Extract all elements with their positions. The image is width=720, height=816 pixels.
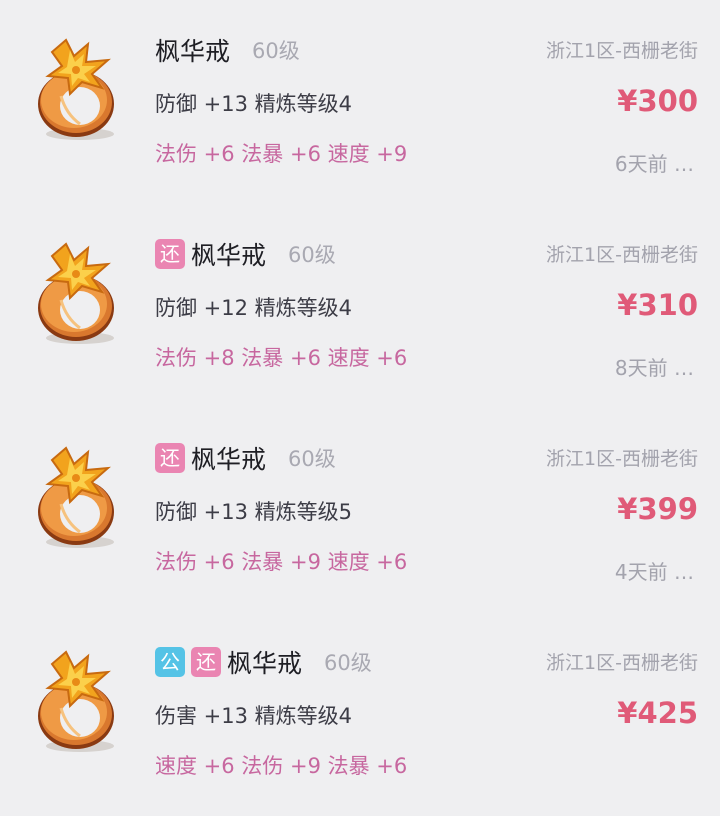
listing-title-row: 还 枫华戒 60级 bbox=[155, 232, 336, 276]
base-stats: 伤害 +13 精炼等级4 bbox=[155, 704, 353, 728]
base-stats: 防御 +12 精炼等级4 bbox=[155, 296, 353, 320]
item-name: 枫华戒 bbox=[227, 649, 303, 678]
item-price: ¥399 bbox=[617, 492, 698, 526]
listing-time[interactable]: 6天前 … bbox=[615, 148, 694, 177]
special-stats: 法伤 +6 法暴 +9 速度 +6 bbox=[155, 550, 408, 574]
base-stats: 防御 +13 精炼等级5 bbox=[155, 500, 353, 524]
listing-time[interactable]: 4天前 … bbox=[615, 556, 694, 585]
server-location: 浙江1区-西栅老街 bbox=[546, 244, 698, 266]
item-name: 枫华戒 bbox=[191, 241, 267, 270]
listing-title-row: 枫华戒 60级 bbox=[155, 28, 300, 72]
item-level: 60级 bbox=[288, 243, 336, 267]
listing-list: 枫华戒 60级 浙江1区-西栅老街 防御 +13 精炼等级4 ¥300 法伤 +… bbox=[0, 0, 720, 795]
return-tag-badge: 还 bbox=[155, 239, 185, 269]
listing-item[interactable]: 还 枫华戒 60级 浙江1区-西栅老街 防御 +13 精炼等级5 ¥399 法伤… bbox=[0, 408, 720, 612]
server-location: 浙江1区-西栅老街 bbox=[546, 448, 698, 470]
base-stats: 防御 +13 精炼等级4 bbox=[155, 92, 353, 116]
return-tag-badge: 还 bbox=[191, 647, 221, 677]
item-level: 60级 bbox=[288, 447, 336, 471]
listing-item[interactable]: 公 还 枫华戒 60级 浙江1区-西栅老街 伤害 +13 精炼等级4 ¥425 … bbox=[0, 612, 720, 816]
listing-item[interactable]: 枫华戒 60级 浙江1区-西栅老街 防御 +13 精炼等级4 ¥300 法伤 +… bbox=[0, 0, 720, 204]
maple-leaf-ring-icon bbox=[30, 34, 126, 144]
special-stats: 法伤 +8 法暴 +6 速度 +6 bbox=[155, 346, 408, 370]
server-location: 浙江1区-西栅老街 bbox=[546, 40, 698, 62]
maple-leaf-ring-icon bbox=[30, 442, 126, 552]
special-stats: 速度 +6 法伤 +9 法暴 +6 bbox=[155, 754, 408, 778]
item-price: ¥425 bbox=[617, 696, 698, 730]
public-tag-badge: 公 bbox=[155, 647, 185, 677]
maple-leaf-ring-icon bbox=[30, 646, 126, 756]
item-price: ¥310 bbox=[617, 288, 698, 322]
return-tag-badge: 还 bbox=[155, 443, 185, 473]
listing-title-row: 公 还 枫华戒 60级 bbox=[155, 640, 372, 684]
item-price: ¥300 bbox=[617, 84, 698, 118]
item-level: 60级 bbox=[252, 39, 300, 63]
special-stats: 法伤 +6 法暴 +6 速度 +9 bbox=[155, 142, 408, 166]
listing-title-row: 还 枫华戒 60级 bbox=[155, 436, 336, 480]
maple-leaf-ring-icon bbox=[30, 238, 126, 348]
item-name: 枫华戒 bbox=[191, 445, 267, 474]
item-name: 枫华戒 bbox=[155, 37, 231, 66]
item-level: 60级 bbox=[324, 651, 372, 675]
listing-time[interactable]: 8天前 … bbox=[615, 352, 694, 381]
listing-item[interactable]: 还 枫华戒 60级 浙江1区-西栅老街 防御 +12 精炼等级4 ¥310 法伤… bbox=[0, 204, 720, 408]
server-location: 浙江1区-西栅老街 bbox=[546, 652, 698, 674]
